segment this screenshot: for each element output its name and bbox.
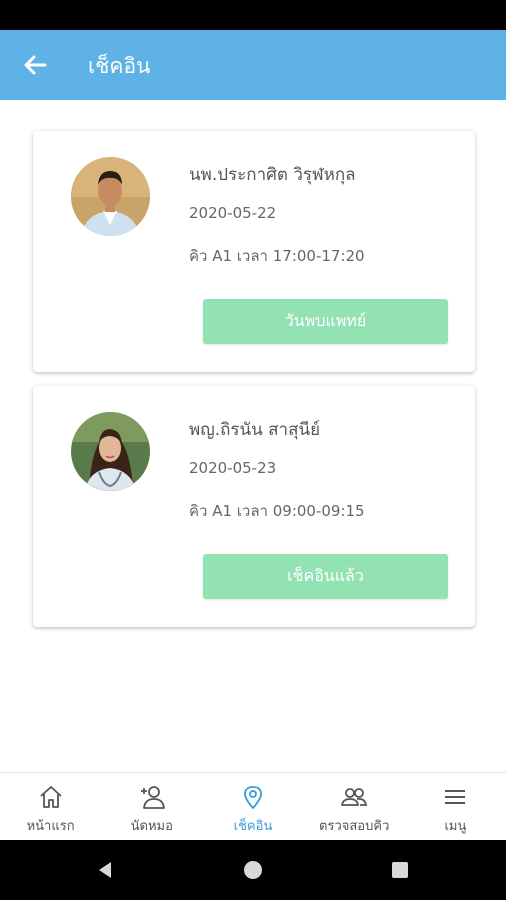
people-icon (341, 788, 368, 806)
appointment-date: 2020-05-22 (189, 204, 277, 222)
add-person-icon (140, 786, 165, 809)
nav-label: นัดหมอ (130, 819, 173, 834)
home-icon (39, 786, 62, 808)
nav-label: หน้าแรก (26, 819, 75, 834)
appointment-date: 2020-05-23 (189, 459, 277, 477)
system-navigation-bar (0, 840, 506, 900)
doctor-name: นพ.ประกาศิต วิรุฬหกุล (189, 165, 356, 185)
nav-item-home[interactable]: หน้าแรก (0, 773, 101, 840)
nav-item-menu[interactable]: เมนู (405, 773, 506, 840)
nav-label: ตรวจสอบคิว (319, 819, 390, 834)
appointment-queue: คิว A1 เวลา 09:00-09:15 (189, 502, 365, 520)
appointment-list: นพ.ประกาศิต วิรุฬหกุล 2020-05-22 คิว A1 … (0, 100, 506, 772)
nav-item-check-queue[interactable]: ตรวจสอบคิว (304, 773, 405, 840)
app-bar: เช็คอิน (0, 30, 506, 100)
nav-item-appointment[interactable]: นัดหมอ (101, 773, 202, 840)
appointment-day-button[interactable]: วันพบแพทย์ (203, 299, 448, 344)
back-button[interactable] (20, 50, 50, 80)
status-bar (0, 0, 506, 30)
doctor-avatar (71, 157, 150, 236)
nav-label: เช็คอิน (233, 819, 273, 834)
appointment-card: พญ.ถิรนัน สาสุนีย์ 2020-05-23 คิว A1 เวล… (33, 386, 475, 627)
page-title: เช็คอิน (88, 54, 151, 78)
menu-icon (445, 790, 466, 804)
nav-label: เมนู (444, 819, 467, 834)
appointment-card: นพ.ประกาศิต วิรุฬหกุล 2020-05-22 คิว A1 … (33, 131, 475, 372)
location-pin-icon (244, 786, 262, 809)
doctor-avatar (71, 412, 150, 491)
doctor-name: พญ.ถิรนัน สาสุนีย์ (189, 420, 321, 440)
checked-in-button[interactable]: เช็คอินแล้ว (203, 554, 448, 599)
nav-item-checkin[interactable]: เช็คอิน (202, 773, 303, 840)
back-triangle-icon[interactable] (95, 860, 115, 880)
arrow-left-icon (24, 55, 47, 75)
recents-square-icon[interactable] (390, 860, 410, 880)
bottom-navigation: หน้าแรก นัดหมอ เช็คอิน ตรวจสอบคิว เมนู (0, 772, 506, 840)
appointment-queue: คิว A1 เวลา 17:00-17:20 (189, 247, 365, 265)
home-circle-icon[interactable] (243, 860, 263, 880)
